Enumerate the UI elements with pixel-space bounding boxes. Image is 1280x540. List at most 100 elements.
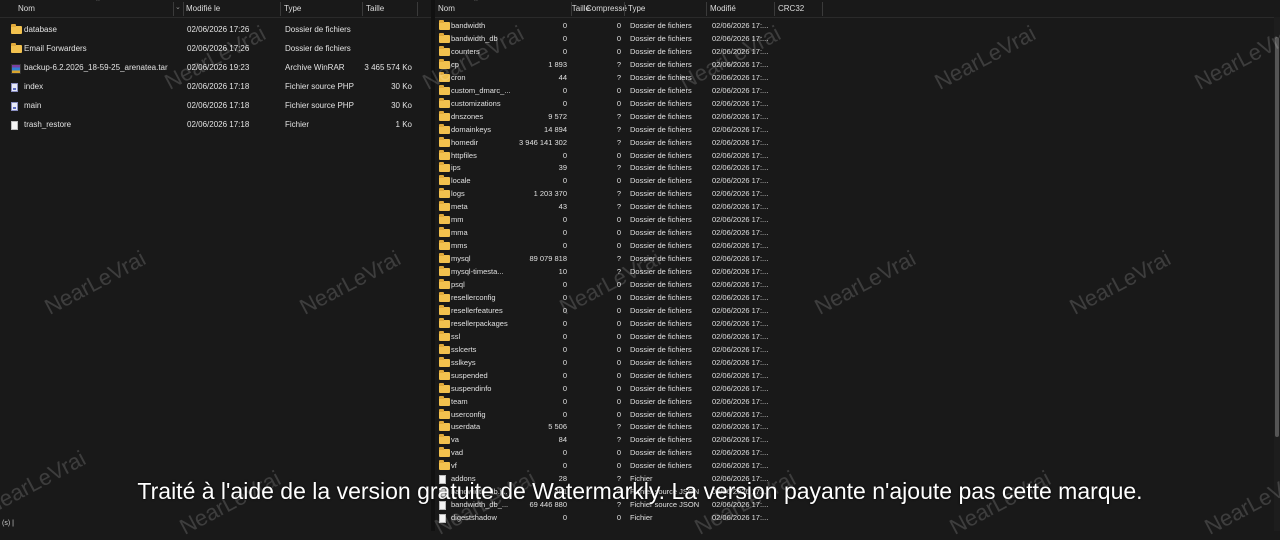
column-header-name[interactable]: Nom [15,0,183,17]
entry-packed: ? [616,267,621,277]
entry-packed: 0 [616,292,621,302]
archive-row[interactable]: addons 28? Fichier 02/06/2026 17:... [435,472,823,485]
archive-row[interactable]: resellerfeatures 0 0 Dossier de fichiers 02/… [435,304,823,317]
folder-icon [439,279,450,289]
entry-type: Dossier de fichiers [630,331,692,341]
archive-row[interactable]: sslcerts 0 0 Dossier de fichiers 02/06/2026 … [435,343,823,356]
archive-row[interactable]: custom_dmarc_... 0 0 Dossier de fichiers 02/… [435,84,823,97]
column-header-modified[interactable]: Modifié le [183,0,281,17]
archive-row[interactable]: mysql-timesta... 10? Dossier de fichiers 02… [435,265,823,278]
file-name: index [24,82,44,91]
archive-row[interactable]: dnszones 9 572? Dossier de fichiers 02/06/2… [435,110,823,123]
entry-size: 0 [562,150,567,160]
archive-row[interactable]: cp 1 893? Dossier de fichiers 02/06/2026 17… [435,58,823,71]
column-dropdown-icon[interactable]: ⌄ [175,3,181,11]
file-row[interactable]: trash_restore 02/06/2026 17:18 Fichier 1 Ko [0,115,431,134]
rar-archive-icon [11,64,21,74]
archive-row[interactable]: suspended 0 0 Dossier de fichiers 02/06/2026… [435,369,823,382]
archive-row[interactable]: ssl 0 0 Dossier de fichiers 02/06/2026 17:..… [435,330,823,343]
entry-type: Dossier de fichiers [630,98,692,108]
archive-row[interactable]: resellerpackages 0 0 Dossier de fichiers 02/… [435,317,823,330]
file-modified: 02/06/2026 17:18 [187,82,250,91]
entry-packed: 0 [616,357,621,367]
archive-row[interactable]: resellerconfig 0 0 Dossier de fichiers 02/06… [435,291,823,304]
file-row[interactable]: backup-6.2.2026_18-59-25_arenatea.tar 02/… [0,58,431,77]
scrollbar-thumb[interactable] [1275,37,1279,437]
archive-row[interactable]: va 84? Dossier de fichiers 02/06/2026 17:..… [435,433,823,446]
archive-row[interactable]: bandwidth_db 0 0 Dossier de fichiers 02/06/2… [435,32,823,45]
archive-row[interactable]: customizations 0 0 Dossier de fichiers 02/06… [435,97,823,110]
archive-row[interactable]: vad 0 0 Dossier de fichiers 02/06/2026 17:..… [435,446,823,459]
folder-icon [439,58,450,69]
entry-modified: 02/06/2026 17:... [712,280,769,289]
file-type: Fichier source PHP [285,101,354,110]
entry-size: 0 [562,176,567,186]
file-modified: 02/06/2026 17:18 [187,101,250,110]
entry-type: Dossier de fichiers [630,21,692,30]
archive-row[interactable]: domainkeys 14 894? Dossier de fichiers 02/0… [435,123,823,136]
entry-type: Dossier de fichiers [630,176,692,186]
archive-row[interactable]: locale 0 0 Dossier de fichiers 02/06/2026 17… [435,174,823,187]
archive-row[interactable]: suspendinfo 0 0 Dossier de fichiers 02/06/20… [435,382,823,395]
folder-icon [439,110,450,121]
file-row[interactable]: database 02/06/2026 17:26 Dossier de fichi… [0,20,431,39]
archive-row[interactable]: meta 43? Dossier de fichiers 02/06/2026 17:… [435,200,823,213]
entry-size: 1 893 [548,59,567,69]
file-row[interactable]: main 02/06/2026 17:18 Fichier source PHP 30… [0,96,431,115]
file-modified: 02/06/2026 17:26 [187,25,250,34]
archive-row[interactable]: userconfig 0 0 Dossier de fichiers 02/06/202… [435,408,823,421]
php-file-icon [11,83,18,92]
entry-size: 0 [562,448,567,458]
archive-row[interactable]: psql 0 0 Dossier de fichiers 02/06/2026 17:.… [435,278,823,291]
folder-icon [439,408,450,419]
column-header-crc32[interactable]: CRC32 [775,0,821,17]
archive-row[interactable]: httpfiles 0 0 Dossier de fichiers 02/06/2026… [435,149,823,162]
file-row[interactable]: Email Forwarders 02/06/2026 17:26 Dossier … [0,39,431,58]
archive-row[interactable]: digestshadow 0 0 Fichier 02/06/2026 17:... [435,511,823,524]
archive-row[interactable]: userdata 5 506? Dossier de fichiers 02/06/2… [435,420,823,433]
column-header-type[interactable]: Type [281,0,362,17]
entry-type: Dossier de fichiers [630,357,692,367]
entry-modified: 02/06/2026 17:... [712,254,769,264]
column-header-type[interactable]: Type [625,0,705,17]
entry-modified: 02/06/2026 17:... [712,474,769,484]
archive-row[interactable]: mma 0 0 Dossier de fichiers 02/06/2026 17:..… [435,226,823,239]
archive-row[interactable]: bandwidth_db_... 69 446 880? Fichier sourc… [435,498,823,511]
archive-row[interactable]: homedir 3 946 141 302? Dossier de fichiers… [435,136,823,149]
file-row[interactable]: index 02/06/2026 17:18 Fichier source PHP 3… [0,77,431,96]
column-header-name[interactable]: Nom [435,0,535,17]
entry-modified: 02/06/2026 17:... [712,267,769,277]
archive-row[interactable]: counters 0 0 Dossier de fichiers 02/06/2026 … [435,45,823,58]
archive-row[interactable]: bandwidth_db.j... 491? Fichier source JSON… [435,485,823,498]
folder-icon [439,97,450,108]
folder-icon [439,188,450,199]
vertical-scrollbar[interactable] [1274,17,1280,531]
archive-row[interactable]: mysql 89 079 818? Dossier de fichiers 02/06… [435,252,823,265]
archive-row[interactable]: sslkeys 0 0 Dossier de fichiers 02/06/2026 1… [435,356,823,369]
file-size: 30 Ko [391,101,412,110]
archive-row[interactable]: mms 0 0 Dossier de fichiers 02/06/2026 17:..… [435,239,823,252]
entry-modified: 02/06/2026 17:... [712,21,769,30]
archive-row[interactable]: vf 0 0 Dossier de fichiers 02/06/2026 17:... [435,459,823,472]
entry-type: Dossier de fichiers [630,344,692,354]
column-header-packed[interactable]: Compressé [583,0,628,17]
column-header-modified[interactable]: Modifié [707,0,775,17]
column-header-size[interactable]: Taille [363,0,417,17]
folder-icon [439,304,450,315]
entry-modified: 02/06/2026 17:... [712,305,769,315]
archive-row[interactable]: ips 39? Dossier de fichiers 02/06/2026 17:.… [435,161,823,174]
entry-packed: 0 [616,85,621,95]
archive-row[interactable]: mm 0 0 Dossier de fichiers 02/06/2026 17:... [435,213,823,226]
entry-modified: 02/06/2026 17:... [712,189,769,199]
archive-row[interactable]: cron 44? Dossier de fichiers 02/06/2026 17:… [435,71,823,84]
archive-row[interactable]: team 0 0 Dossier de fichiers 02/06/2026 17:.… [435,395,823,408]
entry-packed: ? [616,435,621,445]
status-bar: (s) | [0,517,431,531]
entry-type: Dossier de fichiers [630,46,692,56]
archive-row[interactable]: logs 1 203 370? Dossier de fichiers 02/06/2… [435,187,823,200]
entry-size: 0 [562,215,567,225]
entry-size: 0 [562,85,567,95]
entry-packed: 0 [616,176,621,186]
folder-icon [439,317,450,328]
archive-row[interactable]: bandwidth 0 0 Dossier de fichiers 02/06/2026… [435,19,823,32]
